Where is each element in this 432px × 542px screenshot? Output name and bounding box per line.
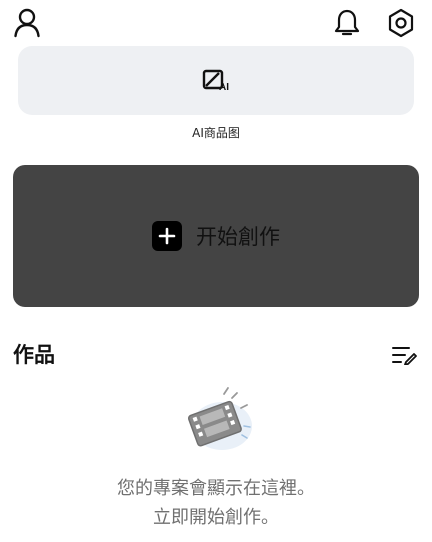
works-section-title: 作品 [13, 343, 55, 367]
ai-product-image-label: AI商品图 [192, 126, 240, 140]
sort-works-button[interactable] [390, 342, 418, 368]
empty-state-message: 您的專案會顯示在這裡。 [117, 478, 315, 499]
list-edit-icon [392, 347, 417, 365]
notifications-button[interactable] [330, 6, 364, 40]
settings-button[interactable] [384, 6, 418, 40]
top-bar [0, 0, 432, 46]
bell-icon [334, 9, 360, 36]
empty-state-cta-text: 立即開始創作。 [153, 507, 279, 528]
ai-product-image-card[interactable]: AI [18, 46, 414, 115]
svg-text:AI: AI [219, 82, 229, 93]
start-creating-card[interactable]: 开始創作 [13, 165, 419, 307]
person-outline-icon [14, 8, 40, 38]
start-creating-label: 开始創作 [196, 225, 280, 249]
film-strip-icon [184, 386, 256, 454]
hexagon-gear-icon [388, 8, 414, 38]
plus-square-icon [152, 221, 182, 251]
edit-ai-icon: AI [202, 69, 229, 93]
profile-button[interactable] [10, 6, 44, 40]
